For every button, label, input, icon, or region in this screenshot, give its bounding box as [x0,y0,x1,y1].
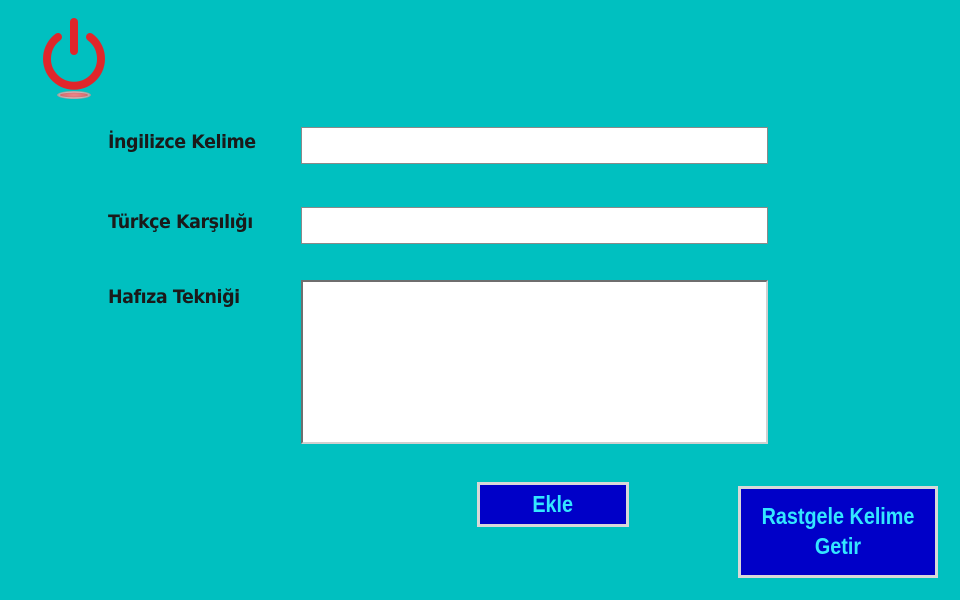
power-button[interactable] [36,18,112,102]
add-button[interactable]: Ekle [477,482,629,527]
power-icon [43,18,105,99]
english-word-label: İngilizce Kelime [108,131,256,153]
turkish-meaning-input[interactable] [301,207,768,244]
add-button-label: Ekle [532,490,574,517]
english-word-input[interactable] [301,127,768,164]
turkish-meaning-label: Türkçe Karşılığı [108,211,253,233]
random-word-button-label: Rastgele Kelime Getir [761,503,915,559]
memory-technique-textarea[interactable] [301,280,768,444]
memory-technique-label: Hafıza Tekniği [108,286,240,308]
random-word-button[interactable]: Rastgele Kelime Getir [738,486,938,578]
